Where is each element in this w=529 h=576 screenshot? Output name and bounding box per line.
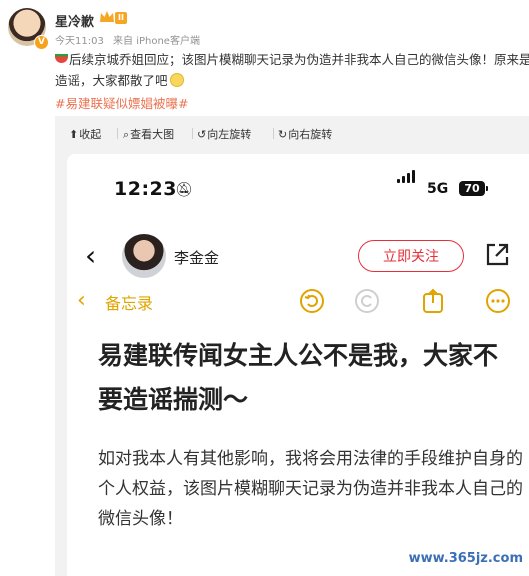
toolbar-divider (117, 128, 118, 139)
phone-screenshot-image[interactable]: 12:23 🔕︎ 5G 70 ‹ 李金金 立即关注 ‹ 备忘录 易建联传闻女主人… (67, 154, 529, 576)
rotate-left-button[interactable]: ↺向左旋转 (197, 126, 251, 142)
image-viewer: ⬆收起 ⌕查看大图 ↺向左旋转 ↻向右旋转 12:23 🔕︎ 5G 70 ‹ 李… (55, 116, 529, 576)
viewer-toolbar: ⬆收起 ⌕查看大图 ↺向左旋转 ↻向右旋转 (55, 116, 529, 150)
back-chevron-icon: ‹ (85, 239, 97, 272)
profile-name: 李金金 (174, 249, 220, 267)
author-name[interactable]: 星冷歉 (55, 11, 94, 30)
hashtag-link[interactable]: #易建联疑似嫖娼被曝# (55, 93, 188, 112)
toolbar-divider (273, 128, 274, 139)
redo-icon (355, 289, 379, 313)
share-note-icon (423, 288, 443, 313)
note-headline: 易建联传闻女主人公不是我，大家不要造谣揣测～ (98, 341, 499, 414)
collapse-icon: ⬆ (69, 128, 79, 141)
post-text-line-1: 后续京城乔姐回应；该图片模糊聊天记录为伪造并非我本人自己的微信头像！原来是 (69, 52, 529, 67)
more-options-icon (486, 289, 510, 313)
memo-label: 备忘录 (105, 294, 154, 313)
magnifier-icon: ⌕ (123, 128, 130, 141)
follow-button: 立即关注 (358, 240, 464, 272)
site-watermark: www.365jz.com (408, 551, 523, 566)
member-level-badge: II (115, 12, 127, 24)
profile-avatar (122, 234, 166, 278)
collapse-button[interactable]: ⬆收起 (69, 126, 101, 142)
toolbar-divider (192, 128, 193, 139)
rotate-left-icon: ↺ (197, 128, 207, 141)
smiley-emoji-icon (169, 73, 184, 87)
share-icon (486, 243, 509, 266)
crown-icon (100, 11, 114, 22)
battery-icon: 70 (459, 181, 488, 196)
network-label: 5G (427, 181, 449, 197)
memo-back-icon: ‹ (77, 288, 86, 313)
rotate-right-icon: ↻ (278, 128, 288, 141)
post-text: 后续京城乔姐回应；该图片模糊聊天记录为伪造并非我本人自己的微信头像！原来是 造谣… (55, 49, 529, 91)
rotate-right-button[interactable]: ↻向右旋转 (278, 126, 332, 142)
post-text-line-2: 造谣，大家都散了吧 (55, 73, 168, 88)
post-source: 来自 iPhone客户端 (113, 36, 200, 47)
note-paragraph: 如对我本人有其他影响，我将会用法律的手段维护自身的个人权益，该图片模糊聊天记录为… (98, 449, 523, 529)
post-meta: 今天11:03 来自 iPhone客户端 (55, 32, 206, 47)
undo-icon (300, 289, 324, 313)
status-time: 12:23 (114, 178, 177, 200)
post-time[interactable]: 今天11:03 (55, 36, 104, 47)
watermelon-icon (55, 54, 68, 63)
bell-muted-icon: 🔕︎ (175, 182, 193, 198)
view-large-button[interactable]: ⌕查看大图 (123, 126, 174, 142)
verified-badge-icon: V (34, 35, 49, 50)
memo-toolbar: ‹ 备忘录 (75, 288, 529, 318)
